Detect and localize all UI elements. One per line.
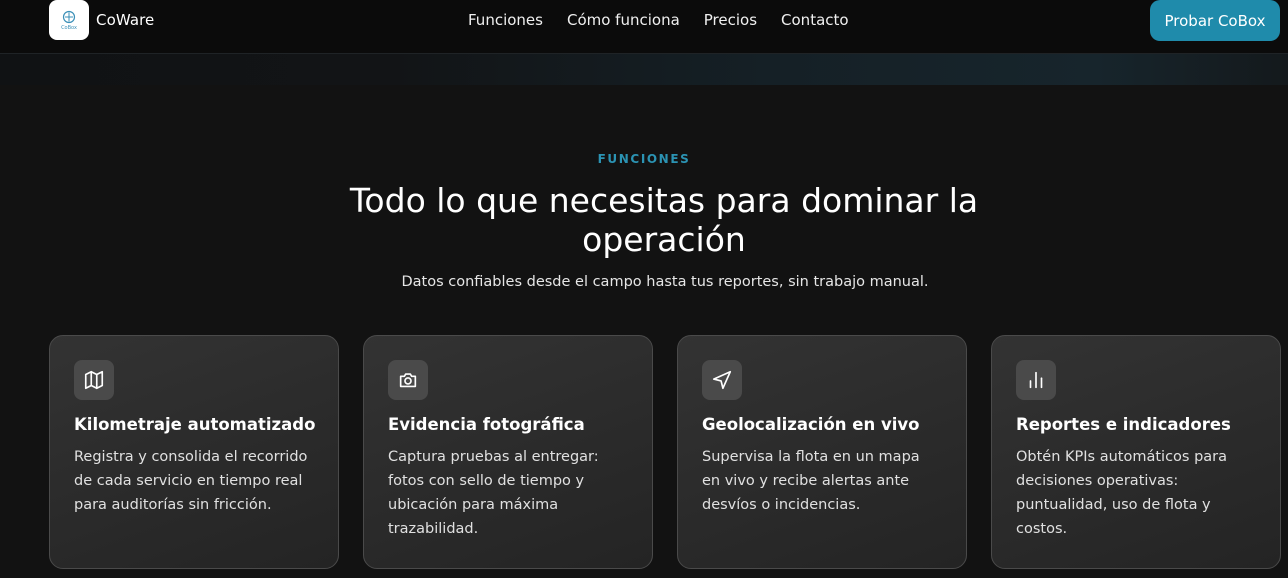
feature-card-reportes: Reportes e indicadores Obtén KPIs automá…	[991, 335, 1281, 569]
card-title: Reportes e indicadores	[1016, 415, 1231, 434]
bar-chart-icon	[1016, 360, 1056, 400]
logo-text: CoBox	[61, 24, 77, 31]
card-title: Kilometraje automatizado	[74, 415, 316, 434]
nav-link-funciones[interactable]: Funciones	[468, 11, 543, 29]
logo[interactable]: CoBox	[49, 0, 89, 40]
section-title: Todo lo que necesitas para dominar la op…	[349, 181, 979, 259]
section-subtitle: Datos confiables desde el campo hasta tu…	[401, 274, 929, 290]
nav-links: Funciones Cómo funciona Precios Contacto	[468, 0, 849, 40]
card-title: Evidencia fotográfica	[388, 415, 585, 434]
brand[interactable]: CoBox CoWare	[49, 0, 154, 40]
hero-strip	[0, 54, 1288, 85]
logo-mark-icon	[62, 10, 76, 23]
navigation-icon	[702, 360, 742, 400]
feature-card-evidencia: Evidencia fotográfica Captura pruebas al…	[363, 335, 653, 569]
card-description: Supervisa la flota en un mapa en vivo y …	[702, 449, 920, 513]
card-description: Obtén KPIs automáticos para decisiones o…	[1016, 449, 1228, 537]
card-description: Captura pruebas al entregar: fotos con s…	[388, 449, 599, 537]
camera-icon	[388, 360, 428, 400]
card-title: Geolocalización en vivo	[702, 415, 920, 434]
map-icon	[74, 360, 114, 400]
navbar: CoBox CoWare Funciones Cómo funciona Pre…	[0, 0, 1288, 54]
brand-name[interactable]: CoWare	[96, 11, 154, 29]
nav-link-contacto[interactable]: Contacto	[781, 11, 849, 29]
try-cobox-button[interactable]: Probar CoBox	[1150, 0, 1280, 41]
section-eyebrow: FUNCIONES	[597, 152, 691, 166]
feature-card-geolocalizacion: Geolocalización en vivo Supervisa la flo…	[677, 335, 967, 569]
nav-link-precios[interactable]: Precios	[704, 11, 757, 29]
feature-card-kilometraje: Kilometraje automatizado Registra y cons…	[49, 335, 339, 569]
nav-link-como-funciona[interactable]: Cómo funciona	[567, 11, 680, 29]
card-description: Registra y consolida el recorrido de cad…	[74, 449, 308, 513]
